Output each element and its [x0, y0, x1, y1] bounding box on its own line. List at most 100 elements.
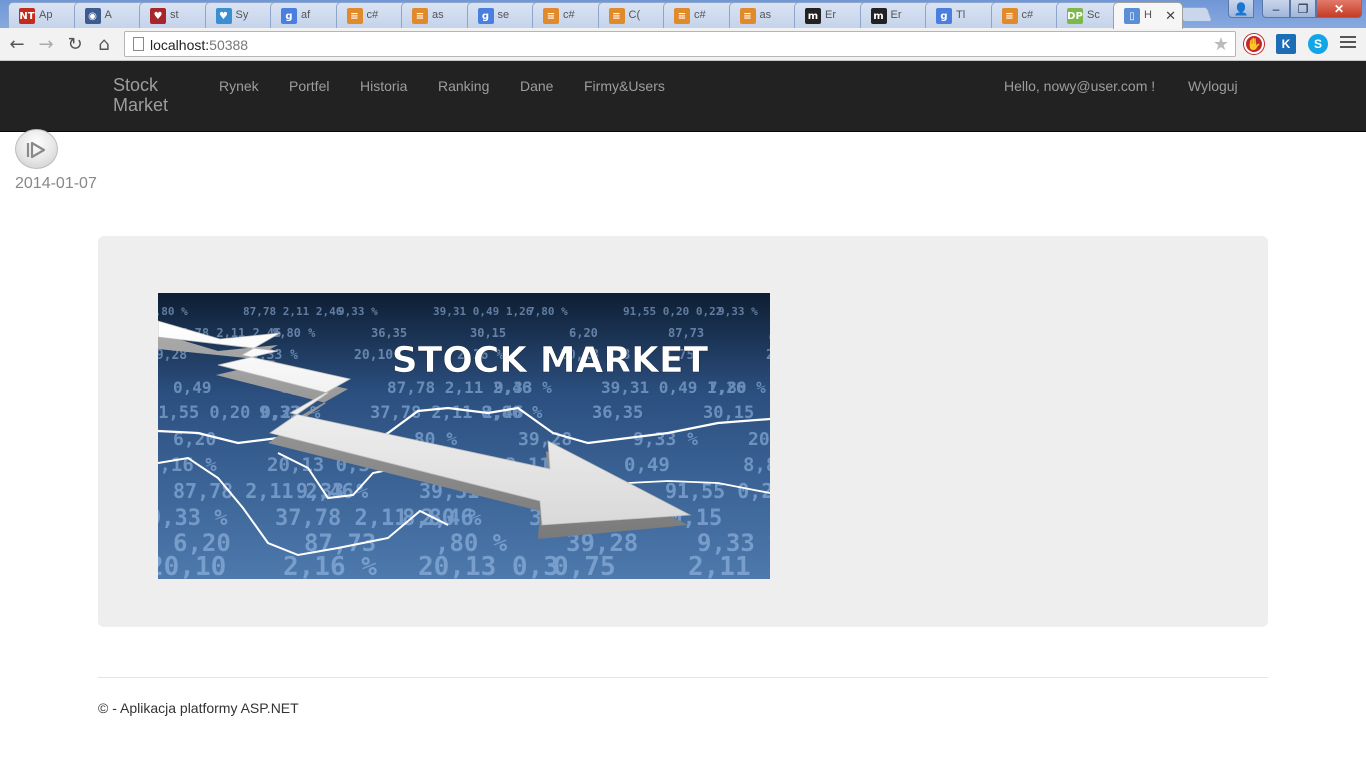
banner-number: 30,15 [470, 326, 506, 340]
reload-icon[interactable]: ↻ [64, 33, 86, 55]
browser-tab[interactable]: ≡ c# [990, 2, 1065, 28]
browser-tab-title: c# [563, 9, 575, 21]
k-extension-icon[interactable]: K [1276, 34, 1296, 54]
current-date: 2014-01-07 [15, 175, 97, 192]
skype-icon[interactable]: S [1308, 34, 1328, 54]
play-next-icon [26, 141, 46, 159]
heraldic-icon: ♥ [150, 8, 166, 24]
banner-number: 2,11 [766, 348, 770, 363]
nav-link-portfel[interactable]: Portfel [289, 78, 329, 94]
google-icon: g [281, 8, 297, 24]
bookmark-star-icon[interactable]: ★ [1213, 34, 1229, 55]
banner-number: 87,78 2,11 2,46 [243, 305, 343, 318]
user-greeting-link[interactable]: Hello, nowy@user.com ! [1004, 78, 1155, 94]
stackoverflow-icon: ≡ [1001, 8, 1018, 24]
browser-tab[interactable]: ◉ A [73, 2, 148, 28]
m-icon: m [870, 8, 887, 24]
browser-tab-title: c# [694, 9, 706, 21]
browser-tab-title: Er [825, 9, 836, 21]
browser-tab-title: c# [1021, 9, 1034, 21]
banner-number: 7,80 % [708, 378, 766, 397]
banner-number: 8,80 % [402, 506, 482, 531]
browser-tab-title: Tl [956, 9, 966, 21]
next-day-button[interactable] [15, 129, 58, 169]
stackoverflow-icon: ≡ [739, 8, 756, 24]
browser-tab[interactable]: ≡ c# [663, 2, 737, 28]
browser-tab-title: af [301, 9, 311, 21]
address-bar[interactable]: localhost:50388 ★ [124, 31, 1236, 57]
browser-tab[interactable]: ≡ c# [532, 2, 606, 28]
url-text: localhost:50388 [150, 37, 249, 53]
browser-tab[interactable]: ♥ st [139, 2, 213, 28]
banner-title: STOCK MARKET [392, 340, 709, 381]
banner-number: 9,33 % [158, 506, 228, 531]
page-icon [133, 37, 144, 51]
chrome-menu-icon[interactable] [1340, 36, 1356, 50]
banner-number: 9,33 % [633, 429, 698, 450]
browser-tab-strip: NT Ap ◉ A ♥ st ♥ Sy g af ≡ c# ≡ as g se ≡ c# ≡ C(≡ c# ≡ as m Er m… [0, 0, 1366, 29]
profile-icon[interactable]: 👤 [1228, 0, 1254, 18]
back-arrow-icon[interactable]: ← [6, 33, 28, 55]
banner-number: 20,10 [158, 552, 226, 579]
browser-tab[interactable]: ≡ C( [597, 2, 672, 28]
browser-tab[interactable]: m Er [859, 2, 934, 28]
browser-toolbar: ← → ↻ ⌂ localhost:50388 ★ ✋ K S [0, 28, 1366, 61]
maximize-icon[interactable]: ❐ [1290, 0, 1316, 18]
banner-number: 36,35 [371, 326, 407, 340]
footer-copyright: © - Aplikacja platformy ASP.NET [98, 700, 299, 716]
dp-icon: DP [1067, 8, 1083, 24]
banner-number: 87,73 [668, 326, 704, 340]
browser-tab[interactable]: ≡ c# [335, 2, 410, 28]
nav-link-dane[interactable]: Dane [520, 78, 553, 94]
nav-link-ranking[interactable]: Ranking [438, 78, 489, 94]
logout-link[interactable]: Wyloguj [1188, 78, 1238, 94]
browser-tab[interactable]: ≡ as [401, 2, 475, 28]
forward-arrow-icon[interactable]: → [35, 33, 57, 55]
stackoverflow-icon: ≡ [346, 8, 363, 24]
nav-link-historia[interactable]: Historia [360, 78, 407, 94]
banner-number: 6,20 [569, 326, 598, 340]
banner-number: 0,75 [553, 552, 616, 579]
google-icon: g [936, 8, 952, 24]
nav-link-firmy-users[interactable]: Firmy&Users [584, 78, 665, 94]
stackoverflow-icon: ≡ [674, 8, 690, 24]
banner-number: 91,55 0,20 0,22 [623, 305, 722, 318]
stackoverflow-icon: ≡ [543, 8, 559, 24]
browser-tab[interactable]: g se [466, 2, 541, 28]
stackoverflow-icon: ≡ [608, 8, 625, 24]
nav-link-rynek[interactable]: Rynek [219, 78, 259, 94]
browser-tab-title: C( [628, 9, 641, 21]
browser-tab-title: c# [366, 9, 379, 21]
browser-tab[interactable]: g af [270, 2, 344, 28]
google-icon: g [477, 8, 494, 24]
brand-link[interactable]: Stock Market [113, 75, 193, 115]
banner-number: 20,13 0,3 [418, 552, 559, 579]
browser-tab-title: Ap [39, 9, 53, 21]
jumbotron: 8,80 %87,78 2,11 2,469,33 %39,31 0,49 1,… [98, 236, 1268, 627]
browser-tab-title: A [104, 9, 112, 21]
banner-number: 36,35 [592, 403, 643, 423]
close-tab-icon[interactable]: ✕ [1165, 8, 1176, 24]
page-icon: ▯ [1124, 8, 1140, 24]
close-window-icon[interactable]: ✕ [1316, 0, 1362, 18]
banner-number: 20,10 [354, 348, 393, 363]
browser-tab[interactable]: g Tl [925, 2, 999, 28]
footer-divider [98, 677, 1268, 678]
browser-tab[interactable]: NT Ap [8, 2, 82, 28]
minimize-icon[interactable]: – [1262, 0, 1290, 18]
banner-number: 9,33 % [718, 305, 758, 318]
adblock-icon[interactable]: ✋ [1244, 34, 1264, 54]
banner-number: 8,80 % [743, 454, 770, 476]
browser-tab[interactable]: ≡ as [728, 2, 803, 28]
browser-tab[interactable]: m Er [794, 2, 868, 28]
browser-tab[interactable]: ♥ Sy [204, 2, 279, 28]
browser-tab-title: Sc [1087, 9, 1100, 21]
browser-tab-title: H [1144, 9, 1152, 21]
banner-number: 2,16 % [283, 552, 377, 579]
banner-number: 2,11 [688, 552, 751, 579]
stock-market-banner-image: 8,80 %87,78 2,11 2,469,33 %39,31 0,49 1,… [158, 293, 770, 579]
home-icon[interactable]: ⌂ [93, 33, 115, 55]
browser-tab[interactable]: ▯ H ✕ [1113, 2, 1183, 29]
browser-tab-title: Sy [235, 9, 249, 21]
shield-icon: ◉ [84, 8, 101, 24]
